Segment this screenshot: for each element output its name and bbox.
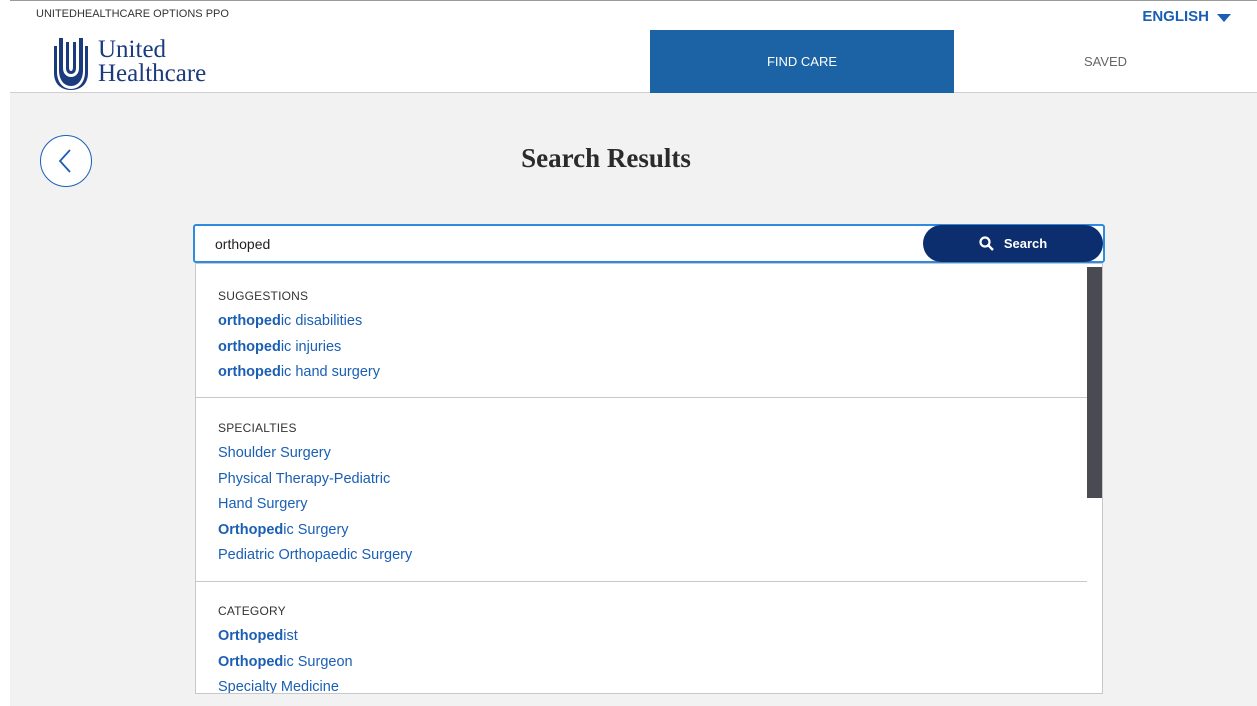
category-item[interactable]: Orthopedist — [218, 624, 1087, 650]
specialty-item[interactable]: Orthopedic Surgery — [218, 518, 1087, 544]
logo-line1: United — [98, 36, 167, 63]
match-text: Orthoped — [218, 628, 284, 644]
item-text: ic Surgery — [283, 521, 349, 538]
site-header: United Healthcare FIND CARE SAVED — [10, 30, 1257, 93]
section-title: SUGGESTIONS — [218, 289, 309, 303]
suggestions-section: SUGGESTIONS orthopedic disabilities orth… — [196, 289, 1087, 386]
uhc-logo-icon — [54, 38, 88, 90]
category-item[interactable]: Specialty Medicine — [218, 675, 1087, 694]
item-text: Specialty Medicine — [218, 679, 339, 694]
language-selector[interactable]: ENGLISH — [1142, 8, 1231, 25]
logo-text: United Healthcare — [98, 36, 207, 87]
item-text: ic Surgeon — [283, 653, 353, 670]
plan-name: UNITEDHEALTHCARE OPTIONS PPO — [36, 8, 229, 20]
specialties-section: SPECIALTIES Shoulder Surgery Physical Th… — [196, 421, 1087, 569]
specialty-item[interactable]: Physical Therapy-Pediatric — [218, 467, 1087, 493]
search-icon — [979, 236, 994, 251]
match-text: orthoped — [218, 338, 281, 355]
item-text: Pediatric Orthopaedic Surgery — [218, 547, 413, 563]
match-text: orthoped — [218, 364, 281, 380]
match-text: orthoped — [218, 313, 281, 329]
logo-line2: Healthcare — [98, 60, 207, 87]
nav-saved[interactable]: SAVED — [954, 30, 1257, 93]
search-button[interactable]: Search — [923, 225, 1103, 262]
match-text: Orthoped — [218, 521, 284, 538]
page-title: Search Results — [521, 143, 691, 173]
logo[interactable]: United Healthcare — [52, 34, 206, 90]
item-text: ic injuries — [280, 338, 342, 355]
nav-find-care[interactable]: FIND CARE — [650, 30, 954, 93]
item-text: Shoulder Surgery — [218, 445, 331, 461]
caret-down-icon — [1217, 13, 1231, 22]
scrollbar[interactable] — [1087, 267, 1102, 498]
search-button-label: Search — [1003, 236, 1048, 251]
section-title: SPECIALTIES — [218, 421, 297, 435]
divider — [196, 397, 1087, 398]
category-section: CATEGORY Orthopedist Orthopedic Surgeon … — [196, 604, 1087, 694]
specialty-item[interactable]: Hand Surgery — [218, 492, 1087, 518]
item-text: Hand Surgery — [218, 496, 308, 512]
specialty-item[interactable]: Pediatric Orthopaedic Surgery — [218, 543, 1087, 569]
item-text: ic disabilities — [280, 313, 363, 329]
suggestion-item[interactable]: orthopedic injuries — [218, 335, 1087, 361]
suggestion-item[interactable]: orthopedic hand surgery — [218, 360, 1087, 386]
item-text: ist — [283, 628, 298, 644]
item-text: Physical Therapy-Pediatric — [218, 470, 391, 487]
item-text: ic hand surgery — [280, 364, 380, 380]
search-bar: Search — [193, 224, 1105, 263]
language-label: ENGLISH — [1142, 8, 1209, 25]
suggestion-item[interactable]: orthopedic disabilities — [218, 309, 1087, 335]
category-item[interactable]: Orthopedic Surgeon — [218, 650, 1087, 676]
search-input[interactable] — [215, 232, 915, 256]
divider — [196, 581, 1087, 582]
page: UNITEDHEALTHCARE OPTIONS PPO ENGLISH Uni… — [10, 0, 1257, 706]
top-bar: UNITEDHEALTHCARE OPTIONS PPO ENGLISH — [10, 0, 1257, 30]
specialty-item[interactable]: Shoulder Surgery — [218, 441, 1087, 467]
match-text: Orthoped — [218, 653, 284, 670]
suggestions-dropdown: SUGGESTIONS orthopedic disabilities orth… — [195, 263, 1103, 694]
section-title: CATEGORY — [218, 604, 286, 618]
